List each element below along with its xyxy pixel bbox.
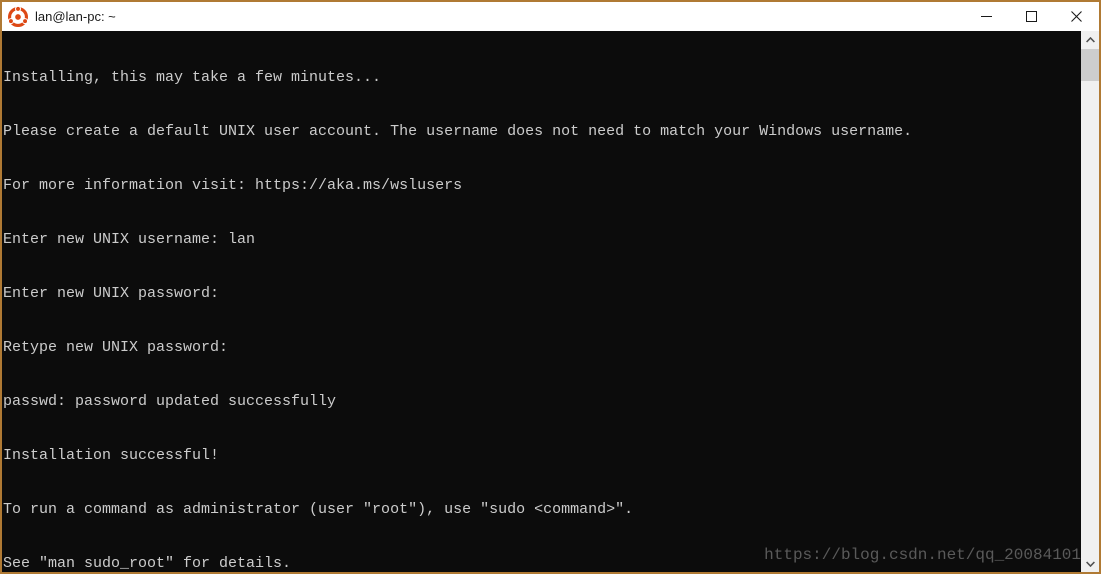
window-titlebar[interactable]: lan@lan-pc: ~: [2, 2, 1099, 31]
terminal-line: Retype new UNIX password:: [3, 339, 229, 356]
terminal-line: To run a command as administrator (user …: [3, 501, 634, 518]
terminal-line: Installation successful!: [3, 447, 220, 464]
watermark-text: https://blog.csdn.net/qq_20084101: [764, 546, 1081, 564]
terminal-window: lan@lan-pc: ~ Installing, this may take …: [0, 0, 1101, 574]
scroll-down-arrow-icon: [1085, 560, 1095, 567]
vertical-scrollbar[interactable]: [1081, 31, 1099, 572]
terminal-text: Installing, this may take a few minutes.…: [3, 33, 912, 572]
terminal-line: Enter new UNIX password:: [3, 285, 220, 302]
minimize-button[interactable]: [964, 2, 1009, 31]
scrollbar-thumb[interactable]: [1081, 49, 1099, 81]
close-button[interactable]: [1054, 2, 1099, 31]
maximize-button[interactable]: [1009, 2, 1054, 31]
ubuntu-logo-icon: [7, 5, 29, 27]
window-controls: [964, 2, 1099, 31]
terminal-line: Enter new UNIX username: lan: [3, 231, 256, 248]
scroll-up-button[interactable]: [1081, 31, 1099, 48]
scroll-down-button[interactable]: [1081, 555, 1099, 572]
terminal-line: Installing, this may take a few minutes.…: [3, 69, 382, 86]
scrollbar-track[interactable]: [1081, 48, 1099, 555]
window-title: lan@lan-pc: ~: [35, 9, 116, 24]
terminal-line: passwd: password updated successfully: [3, 393, 337, 410]
close-icon: [1071, 11, 1082, 22]
terminal-line: Please create a default UNIX user accoun…: [3, 123, 913, 140]
minimize-icon: [981, 16, 992, 17]
terminal-line: For more information visit: https://aka.…: [3, 177, 463, 194]
scroll-up-arrow-icon: [1085, 36, 1095, 43]
terminal-output-area[interactable]: Installing, this may take a few minutes.…: [2, 31, 1081, 572]
maximize-icon: [1026, 11, 1037, 22]
